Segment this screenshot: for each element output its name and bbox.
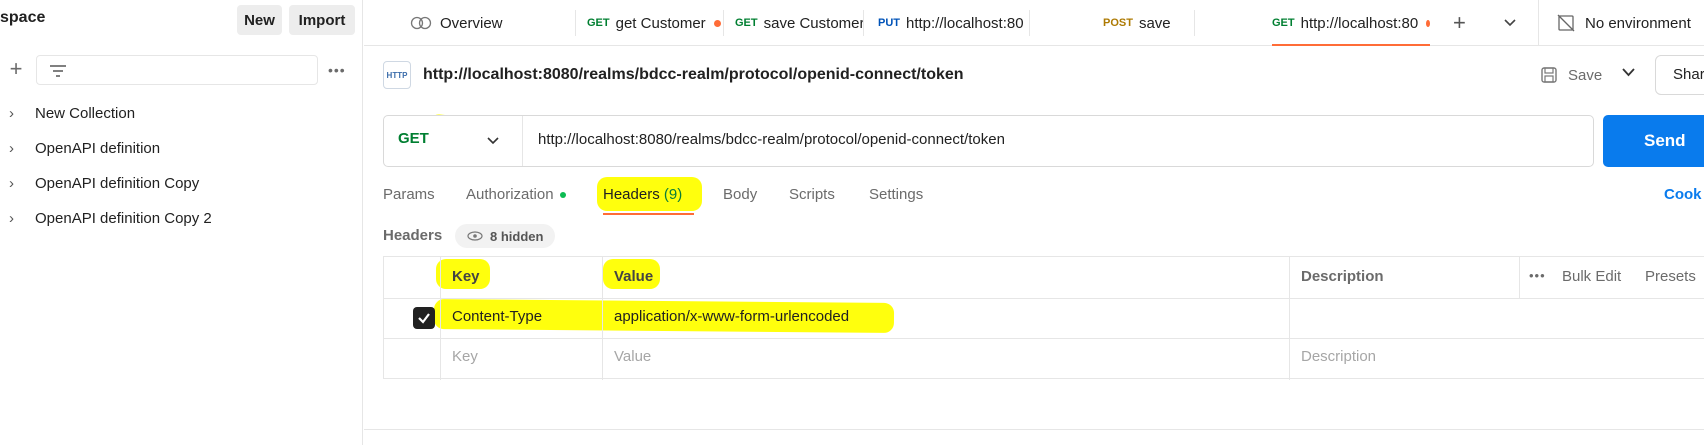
- column-header-key: Key: [452, 268, 480, 285]
- tab-method: GET: [1272, 17, 1295, 29]
- tab-divider: [1194, 10, 1195, 36]
- chevron-right-icon: ›: [9, 174, 14, 192]
- url-bar: GET http://localhost:8080/realms/bdcc-re…: [383, 115, 1594, 167]
- tab-method: GET: [735, 17, 758, 29]
- url-divider: [522, 116, 523, 166]
- save-dropdown-chevron-icon[interactable]: [1622, 64, 1635, 81]
- collection-label: New Collection: [35, 104, 136, 122]
- tab-get-customer[interactable]: GET get Customer: [575, 0, 723, 46]
- import-button[interactable]: Import: [289, 5, 355, 35]
- filter-icon: [50, 65, 66, 77]
- bulk-edit-button[interactable]: Bulk Edit: [1562, 268, 1621, 285]
- tab-scripts[interactable]: Scripts: [789, 186, 835, 203]
- tab-get-localhost-active[interactable]: GET http://localhost:80: [1272, 0, 1430, 46]
- tab-label: save: [1138, 14, 1171, 32]
- tab-bar: Overview GET get Customer GET save Custo…: [364, 0, 1704, 46]
- tab-label: http://localhost:80: [906, 14, 1024, 32]
- header-value-cell[interactable]: application/x-www-form-urlencoded: [614, 308, 849, 325]
- checkmark-icon: [418, 313, 430, 324]
- tab-authorization-label: Authorization: [466, 186, 554, 203]
- collection-label: OpenAPI definition Copy 2: [35, 209, 212, 227]
- collection-item[interactable]: › OpenAPI definition Copy: [0, 169, 199, 197]
- more-options-icon[interactable]: •••: [328, 62, 346, 78]
- column-divider: [602, 257, 603, 380]
- active-tab-indicator: [603, 213, 694, 215]
- chevron-right-icon: ›: [9, 104, 14, 122]
- tab-method: POST: [1103, 17, 1133, 29]
- tab-post-save[interactable]: POST save: [1029, 0, 1194, 46]
- collection-item[interactable]: › OpenAPI definition Copy 2: [0, 204, 212, 232]
- new-button[interactable]: New: [237, 5, 282, 35]
- collection-label: OpenAPI definition: [35, 139, 161, 157]
- tab-params[interactable]: Params: [383, 186, 435, 203]
- method-dropdown-chevron-icon[interactable]: [487, 132, 499, 149]
- tab-headers-label: Headers: [603, 186, 660, 203]
- tab-authorization[interactable]: Authorization: [466, 186, 566, 203]
- header-key-cell[interactable]: Content-Type: [452, 308, 542, 325]
- row-enabled-checkbox[interactable]: [413, 307, 435, 329]
- column-header-value: Value: [614, 268, 654, 285]
- unsaved-dot: [713, 19, 721, 27]
- column-divider: [1519, 257, 1520, 298]
- new-value-input[interactable]: Value: [614, 348, 651, 365]
- new-description-input[interactable]: Description: [1301, 348, 1376, 365]
- headers-section-label: Headers: [383, 227, 443, 244]
- method-selector[interactable]: GET: [398, 130, 429, 147]
- no-environment-icon: [1557, 14, 1575, 32]
- tabs-dropdown-chevron-icon[interactable]: [1504, 0, 1524, 46]
- tab-body[interactable]: Body: [723, 186, 757, 203]
- tab-label: save Customer: [763, 14, 863, 32]
- column-divider: [1289, 257, 1290, 380]
- new-tab-plus-icon[interactable]: +: [1453, 0, 1475, 46]
- status-dot: [559, 192, 566, 199]
- share-button[interactable]: Shar: [1655, 55, 1704, 95]
- tab-put-localhost[interactable]: PUT http://localhost:80: [863, 0, 1029, 46]
- overview-icon: [410, 16, 432, 30]
- unsaved-dot: [1426, 19, 1430, 27]
- presets-button[interactable]: Presets: [1645, 268, 1696, 285]
- cookies-link[interactable]: Cook: [1664, 186, 1702, 203]
- save-icon: [1541, 67, 1557, 83]
- more-options-icon[interactable]: •••: [1529, 268, 1546, 283]
- tab-save-customer[interactable]: GET save Customer: [723, 0, 863, 46]
- tab-label: get Customer: [615, 14, 706, 32]
- column-header-description: Description: [1301, 268, 1384, 285]
- row-divider: [384, 298, 1704, 299]
- headers-count: (9): [663, 186, 683, 203]
- environment-label: No environment: [1585, 14, 1691, 32]
- response-pane-divider: [364, 429, 1704, 430]
- environment-selector[interactable]: No environment: [1557, 0, 1704, 46]
- column-divider: [440, 257, 441, 380]
- send-button[interactable]: Send: [1603, 115, 1704, 167]
- request-title[interactable]: http://localhost:8080/realms/bdcc-realm/…: [423, 66, 964, 84]
- save-label: Save: [1568, 66, 1603, 84]
- row-divider: [384, 338, 1704, 339]
- collection-label: OpenAPI definition Copy: [35, 174, 200, 192]
- save-button[interactable]: Save: [1540, 60, 1602, 90]
- new-key-input[interactable]: Key: [452, 348, 478, 365]
- headers-table: Key Value Description ••• Bulk Edit Pres…: [383, 256, 1704, 380]
- chevron-right-icon: ›: [9, 209, 14, 227]
- tab-divider: [1538, 0, 1539, 46]
- eye-icon: [467, 231, 483, 241]
- tab-headers[interactable]: Headers (9): [603, 186, 682, 203]
- http-request-icon: HTTP: [383, 61, 411, 89]
- tab-method: GET: [587, 17, 610, 29]
- collection-item[interactable]: › New Collection: [0, 99, 135, 127]
- add-collection-icon[interactable]: +: [6, 58, 26, 80]
- hidden-headers-toggle[interactable]: 8 hidden: [455, 224, 556, 248]
- collection-item[interactable]: › OpenAPI definition: [0, 134, 160, 162]
- tab-overview[interactable]: Overview: [410, 0, 560, 46]
- filter-input[interactable]: [36, 55, 318, 85]
- tab-label: http://localhost:80: [1300, 14, 1419, 32]
- hidden-headers-count: 8 hidden: [490, 228, 544, 244]
- tab-method: PUT: [878, 17, 900, 29]
- workspace-title: space: [0, 9, 46, 26]
- tab-settings[interactable]: Settings: [869, 186, 923, 203]
- tab-label: Overview: [440, 14, 503, 32]
- sidebar: space New Import + ••• › New Collection …: [0, 0, 363, 445]
- chevron-right-icon: ›: [9, 139, 14, 157]
- url-input[interactable]: http://localhost:8080/realms/bdcc-realm/…: [538, 131, 1005, 148]
